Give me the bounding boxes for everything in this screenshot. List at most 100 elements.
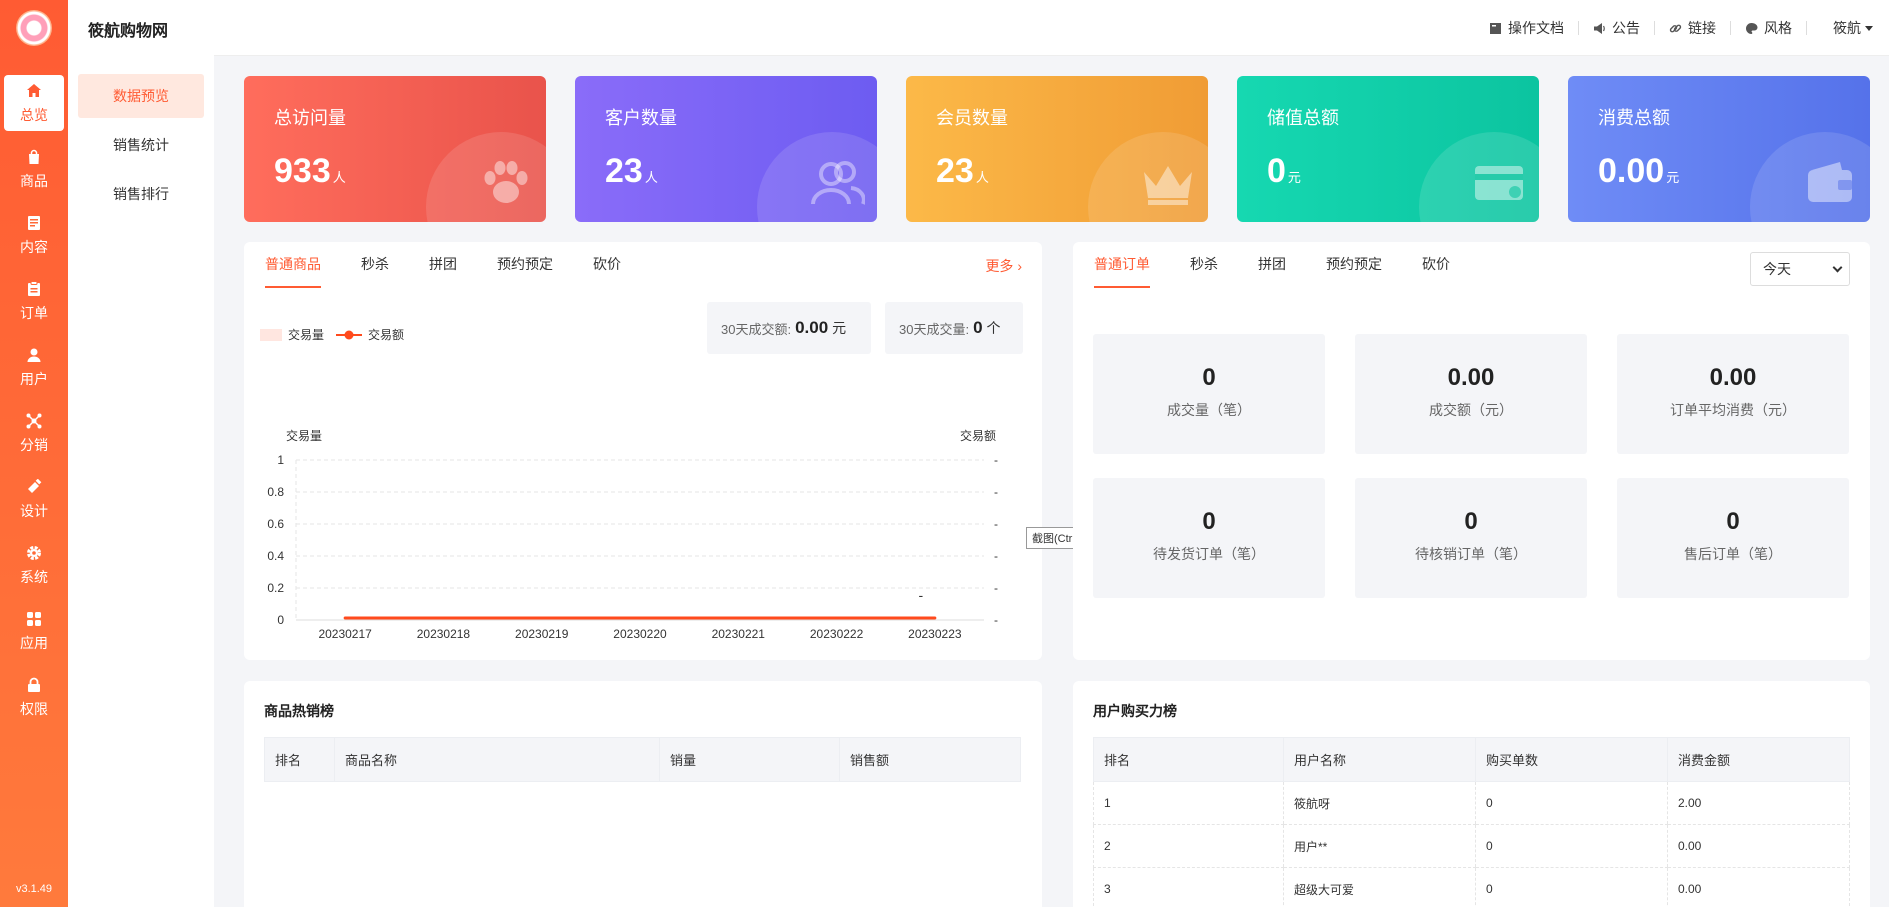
- tab-reservation[interactable]: 预约预定: [1326, 254, 1382, 288]
- stat-unit: 人: [975, 170, 989, 185]
- header-link-theme[interactable]: 风格: [1731, 21, 1807, 35]
- order-stat-label: 订单平均消费（元）: [1670, 402, 1796, 418]
- cell-user-name: 筱航呀: [1283, 781, 1476, 825]
- header-link-label: 风格: [1764, 20, 1792, 36]
- nav-item-label: 分销: [20, 437, 48, 453]
- header-link-links[interactable]: 链接: [1655, 21, 1731, 35]
- users-icon: [811, 161, 865, 205]
- hot-goods-table: 排名 商品名称 销量 销售额: [264, 737, 1021, 782]
- x-tick-label: 20230221: [712, 627, 766, 641]
- column-header: 销售额: [839, 737, 1021, 782]
- paw-icon: [484, 161, 528, 203]
- tab-flash-sale[interactable]: 秒杀: [1190, 254, 1218, 288]
- y-right-tick-label: -: [994, 549, 998, 563]
- tab-normal-orders[interactable]: 普通订单: [1094, 254, 1150, 288]
- nav-item-design[interactable]: 设计: [0, 466, 68, 532]
- y-tick-label: 0.8: [267, 485, 284, 499]
- nav-item-users[interactable]: 用户: [0, 334, 68, 400]
- column-header: 排名: [264, 737, 335, 782]
- stat-value: 23 人: [936, 152, 989, 191]
- point-amount: [343, 616, 347, 620]
- x-tick-label: 20230220: [613, 627, 667, 641]
- order-stat-avg: 0.00 订单平均消费（元）: [1617, 334, 1849, 454]
- header-link-notice[interactable]: 公告: [1579, 21, 1655, 35]
- nav-item-overview[interactable]: 总览: [4, 75, 64, 131]
- tab-bargain[interactable]: 砍价: [593, 254, 621, 288]
- stat-card-visits: 总访问量 933 人: [244, 76, 546, 222]
- primary-nav: 总览 商品 内容 订单 用户 分销 设计 系统 应用 权限: [0, 70, 68, 730]
- header-link-label: 操作文档: [1508, 20, 1564, 36]
- nav-item-orders[interactable]: 订单: [0, 268, 68, 334]
- summary-amount-unit: 元: [832, 320, 847, 336]
- table-row[interactable]: 1 筱航呀 0 2.00: [1093, 781, 1850, 825]
- nav-item-system[interactable]: 系统: [0, 532, 68, 598]
- x-tick-label: 20230219: [515, 627, 569, 641]
- stat-number: 0.00: [1598, 152, 1665, 190]
- app-logo[interactable]: [16, 10, 52, 46]
- stat-label: 客户数量: [605, 108, 677, 128]
- version-label: v3.1.49: [15, 883, 53, 895]
- megaphone-icon: [1594, 22, 1605, 34]
- subnav-item-sales-stats[interactable]: 销售统计: [78, 123, 204, 167]
- stat-label: 消费总额: [1598, 108, 1670, 128]
- order-stat-label: 待核销订单（笔）: [1415, 546, 1527, 562]
- nav-item-goods[interactable]: 商品: [0, 136, 68, 202]
- point-amount: [933, 616, 937, 620]
- cell-rank: 1: [1093, 781, 1284, 825]
- cell-order-count: 0: [1475, 824, 1668, 868]
- nav-item-apps[interactable]: 应用: [0, 598, 68, 664]
- hot-goods-panel: 商品热销榜 排名 商品名称 销量 销售额: [244, 681, 1042, 907]
- subnav-item-data-preview[interactable]: 数据预览: [78, 74, 204, 118]
- stat-unit: 元: [1287, 170, 1301, 185]
- legend-label-volume[interactable]: 交易量: [288, 326, 324, 343]
- nav-item-content[interactable]: 内容: [0, 202, 68, 268]
- date-range-value: 今天: [1763, 261, 1791, 277]
- date-range-select[interactable]: 今天: [1750, 252, 1850, 286]
- y-right-tick-label: -: [994, 485, 998, 499]
- subnav-item-sales-ranking[interactable]: 销售排行: [78, 172, 204, 216]
- tab-flash-sale[interactable]: 秒杀: [361, 254, 389, 288]
- order-stat-label: 成交量（笔）: [1167, 402, 1251, 418]
- stat-label: 储值总额: [1267, 108, 1339, 128]
- tab-group-buy[interactable]: 拼团: [429, 254, 457, 288]
- tab-reservation[interactable]: 预约预定: [497, 254, 553, 288]
- header-link-label: 公告: [1612, 20, 1640, 36]
- document-icon: [24, 213, 44, 233]
- top-header: 操作文档 公告 链接 风格 筱航: [214, 0, 1889, 56]
- stat-number: 23: [605, 152, 643, 190]
- orders-panel: 普通订单 秒杀 拼团 预约预定 砍价 今天 0 成交量（笔） 0.00 成交额（…: [1073, 242, 1870, 660]
- more-link[interactable]: 更多 ›: [985, 256, 1022, 276]
- tab-normal-goods[interactable]: 普通商品: [265, 254, 321, 288]
- tab-bargain[interactable]: 砍价: [1422, 254, 1450, 288]
- stat-unit: 人: [644, 170, 658, 185]
- nav-item-label: 权限: [20, 701, 48, 717]
- nav-item-distribution[interactable]: 分销: [0, 400, 68, 466]
- nav-item-label: 总览: [20, 107, 48, 123]
- y-tick-label: 0.4: [267, 549, 284, 563]
- shopping-bag-icon: [24, 147, 44, 167]
- more-label: 更多: [985, 258, 1014, 274]
- nav-item-label: 内容: [20, 239, 48, 255]
- y-tick-label: 0.2: [267, 581, 284, 595]
- y-tick-label: 0: [277, 613, 284, 627]
- chevron-down-icon: [1832, 262, 1843, 272]
- summary-count-label: 30天成交量:: [899, 321, 970, 337]
- table-row[interactable]: 2 用户** 0 0.00: [1093, 824, 1850, 868]
- table-row[interactable]: 3 超级大可爱 0 0.00: [1093, 867, 1850, 907]
- lock-icon: [24, 675, 44, 695]
- order-stat-after-sale: 0 售后订单（笔）: [1617, 478, 1849, 598]
- header-link-docs[interactable]: 操作文档: [1475, 21, 1579, 35]
- primary-sidebar: 总览 商品 内容 订单 用户 分销 设计 系统 应用 权限 v3.1.49: [0, 0, 68, 907]
- user-icon: [24, 345, 44, 365]
- y-tick-label: 1: [277, 453, 284, 467]
- header-link-label: 链接: [1688, 20, 1716, 36]
- cell-user-name: 超级大可爱: [1283, 867, 1476, 907]
- legend-label-amount[interactable]: 交易额: [368, 326, 404, 343]
- user-menu[interactable]: 筱航: [1833, 18, 1873, 38]
- nav-item-permissions[interactable]: 权限: [0, 664, 68, 730]
- crown-icon: [1144, 166, 1192, 205]
- user-rank-title: 用户购买力榜: [1093, 703, 1177, 719]
- column-header: 商品名称: [334, 737, 660, 782]
- cell-rank: 3: [1093, 867, 1284, 907]
- tab-group-buy[interactable]: 拼团: [1258, 254, 1286, 288]
